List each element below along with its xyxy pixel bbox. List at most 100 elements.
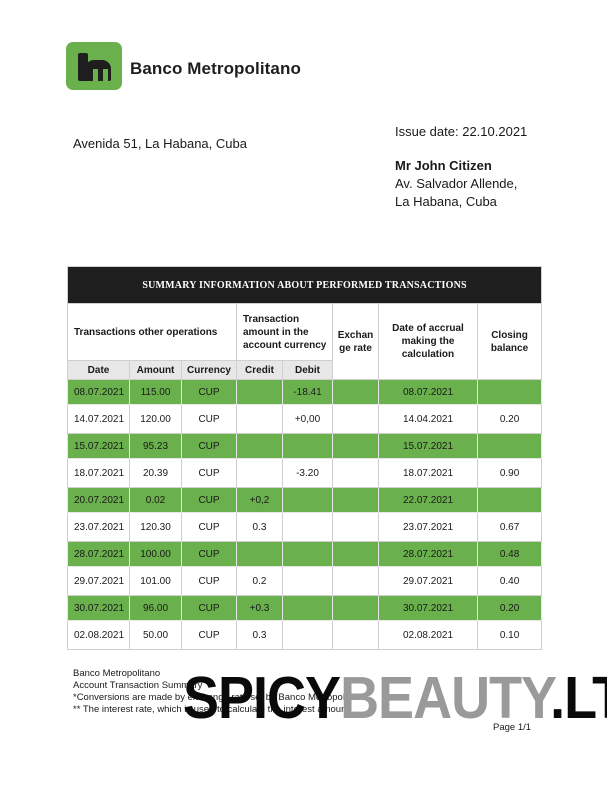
cell-currency: CUP [181,541,237,567]
header-amount: Amount [129,360,182,380]
header-currency: Currency [181,360,237,380]
cell-currency: CUP [181,433,237,459]
cell-debit: -3.20 [282,458,333,488]
cell-currency: CUP [181,487,237,513]
recipient-name: Mr John Citizen [395,158,492,173]
cell-credit: 0.2 [236,566,283,596]
cell-accrual: 15.07.2021 [378,433,478,459]
cell-rate [332,458,379,488]
cell-accrual: 22.07.2021 [378,487,478,513]
cell-debit [282,541,333,567]
cell-credit [236,458,283,488]
cell-amount: 50.00 [129,620,182,650]
cell-rate [332,379,379,405]
cell-currency: CUP [181,566,237,596]
watermark-part1: SPICY [183,665,341,732]
cell-currency: CUP [181,404,237,434]
cell-accrual: 28.07.2021 [378,541,478,567]
cell-balance: 0.20 [476,404,543,434]
cell-balance [476,433,543,459]
cell-currency: CUP [181,458,237,488]
cell-date: 02.08.2021 [67,620,130,650]
header-debit: Debit [282,360,333,380]
recipient-block: Mr John Citizen Av. Salvador Allende, La… [395,157,517,211]
cell-amount: 120.30 [129,512,182,542]
cell-debit [282,487,333,513]
cell-accrual: 23.07.2021 [378,512,478,542]
table-row: 18.07.2021 20.39 CUP -3.20 18.07.2021 0.… [67,458,543,488]
cell-amount: 101.00 [129,566,182,596]
bank-address: Avenida 51, La Habana, Cuba [73,136,247,151]
cell-currency: CUP [181,595,237,621]
cell-accrual: 14.04.2021 [378,404,478,434]
cell-accrual: 08.07.2021 [378,379,478,405]
cell-credit [236,379,283,405]
cell-date: 08.07.2021 [67,379,130,405]
cell-balance: 0.48 [476,541,543,567]
issue-date: Issue date: 22.10.2021 [395,124,528,139]
cell-credit: +0,2 [236,487,283,513]
cell-amount: 120.00 [129,404,182,434]
table-row: 29.07.2021 101.00 CUP 0.2 29.07.2021 0.4… [67,566,543,596]
cell-debit [282,595,333,621]
cell-rate [332,512,379,542]
cell-credit: 0.3 [236,512,283,542]
cell-accrual: 18.07.2021 [378,458,478,488]
cell-date: 23.07.2021 [67,512,130,542]
cell-amount: 0.02 [129,487,182,513]
cell-debit: +0,00 [282,404,333,434]
table-row: 02.08.2021 50.00 CUP 0.3 02.08.2021 0.10 [67,620,543,650]
header-amount-in-currency: Transaction amount in the account curren… [236,303,333,361]
cell-balance [476,379,543,405]
cell-amount: 100.00 [129,541,182,567]
cell-rate [332,541,379,567]
cell-credit [236,433,283,459]
cell-amount: 20.39 [129,458,182,488]
cell-rate [332,620,379,650]
header-other-operations: Transactions other operations [67,303,237,361]
cell-credit: +0.3 [236,595,283,621]
header-credit: Credit [236,360,283,380]
cell-currency: CUP [181,512,237,542]
table-row: 28.07.2021 100.00 CUP 28.07.2021 0.48 [67,541,543,567]
cell-debit: -18.41 [282,379,333,405]
cell-date: 14.07.2021 [67,404,130,434]
bank-logo [66,42,122,90]
cell-debit [282,512,333,542]
header-accrual-date: Date of accrual making the calculation [378,303,478,380]
transactions-table: SUMMARY INFORMATION ABOUT PERFORMED TRAN… [66,266,543,650]
watermark: SPICYBEAUTY.LT [183,664,607,732]
cell-amount: 96.00 [129,595,182,621]
table-row: 30.07.2021 96.00 CUP +0.3 30.07.2021 0.2… [67,595,543,621]
cell-credit [236,404,283,434]
cell-balance [476,487,543,513]
cell-balance: 0.10 [476,620,543,650]
watermark-part2: BEAUTY [340,665,551,732]
cell-amount: 115.00 [129,379,182,405]
table-row: 08.07.2021 115.00 CUP -18.41 08.07.2021 [67,379,543,405]
cell-accrual: 30.07.2021 [378,595,478,621]
cell-debit [282,433,333,459]
header-exchange-rate: Exchan ge rate [332,303,379,380]
watermark-part3: .LT [550,665,607,732]
cell-debit [282,620,333,650]
cell-rate [332,566,379,596]
cell-accrual: 29.07.2021 [378,566,478,596]
cell-date: 30.07.2021 [67,595,130,621]
header-date: Date [67,360,130,380]
cell-balance: 0.40 [476,566,543,596]
recipient-address-line2: La Habana, Cuba [395,194,497,209]
table-row: 20.07.2021 0.02 CUP +0,2 22.07.2021 [67,487,543,513]
cell-date: 28.07.2021 [67,541,130,567]
cell-rate [332,433,379,459]
cell-rate [332,404,379,434]
cell-debit [282,566,333,596]
cell-rate [332,487,379,513]
cell-credit: 0.3 [236,620,283,650]
cell-rate [332,595,379,621]
cell-accrual: 02.08.2021 [378,620,478,650]
cell-amount: 95.23 [129,433,182,459]
cell-date: 15.07.2021 [67,433,130,459]
cell-date: 18.07.2021 [67,458,130,488]
header-closing-balance: Closing balance [476,303,543,380]
